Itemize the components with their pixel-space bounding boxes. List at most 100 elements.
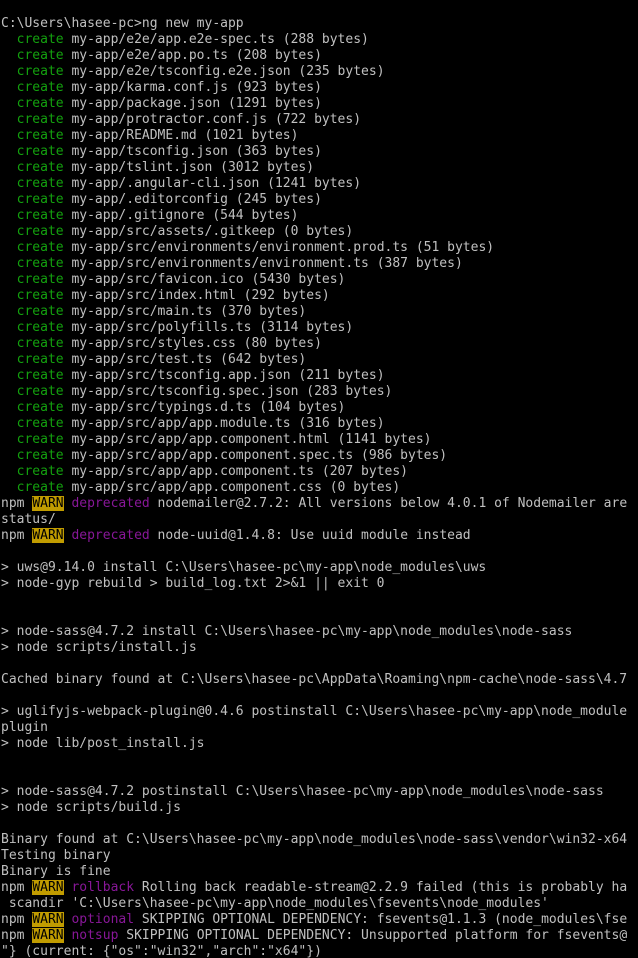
output-text: my-app/src/assets/.gitkeep (0 bytes) — [63, 224, 354, 239]
output-text: SKIPPING OPTIONAL DEPENDENCY: Unsupporte… — [118, 928, 628, 943]
output-text: my-app/src/environments/environment.ts (… — [63, 256, 463, 271]
output-text: > node scripts/build.js — [1, 800, 182, 815]
create-keyword: create — [1, 208, 64, 223]
terminal-line: create my-app/src/app/app.module.ts (316… — [0, 416, 638, 432]
terminal-line: create my-app/e2e/app.e2e-spec.ts (288 b… — [0, 32, 638, 48]
output-text: my-app/e2e/app.po.ts (208 bytes) — [63, 48, 322, 63]
terminal-line: scandir 'C:\Users\hasee-pc\my-app\node_m… — [0, 896, 638, 912]
terminal-line: create my-app/src/environments/environme… — [0, 256, 638, 272]
output-text: node-uuid@1.4.8: Use uuid module instead — [149, 528, 471, 543]
terminal-line: "} (current: {"os":"win32","arch":"x64"}… — [0, 944, 638, 958]
warn-category: rollback — [71, 880, 135, 895]
create-keyword: create — [1, 400, 64, 415]
output-text: > uws@9.14.0 install C:\Users\hasee-pc\m… — [1, 560, 487, 575]
create-keyword: create — [1, 128, 64, 143]
create-keyword: create — [1, 288, 64, 303]
output-text: "} (current: {"os":"win32","arch":"x64"}… — [1, 944, 322, 958]
warn-badge: WARN — [32, 928, 64, 943]
create-keyword: create — [1, 432, 64, 447]
create-keyword: create — [1, 224, 64, 239]
terminal-window[interactable]: C:\Users\hasee-pc>ng new my-app create m… — [0, 0, 638, 958]
output-text: my-app/src/index.html (292 bytes) — [63, 288, 330, 303]
output-text: my-app/README.md (1021 bytes) — [63, 128, 299, 143]
terminal-line: create my-app/package.json (1291 bytes) — [0, 96, 638, 112]
terminal-line: npm WARN notsup SKIPPING OPTIONAL DEPEND… — [0, 928, 638, 944]
create-keyword: create — [1, 144, 64, 159]
terminal-line: > node scripts/build.js — [0, 800, 638, 816]
terminal-line: create my-app/.gitignore (544 bytes) — [0, 208, 638, 224]
output-text: npm — [1, 880, 33, 895]
output-text: my-app/karma.conf.js (923 bytes) — [63, 80, 322, 95]
terminal-line: create my-app/src/typings.d.ts (104 byte… — [0, 400, 638, 416]
terminal-line: npm WARN rollback Rolling back readable-… — [0, 880, 638, 896]
create-keyword: create — [1, 32, 64, 47]
output-text: > node-sass@4.7.2 postinstall C:\Users\h… — [1, 784, 604, 799]
output-text: Binary found at C:\Users\hasee-pc\my-app… — [1, 832, 628, 847]
terminal-line: status/ — [0, 512, 638, 528]
create-keyword: create — [1, 112, 64, 127]
output-text: my-app/.angular-cli.json (1241 bytes) — [63, 176, 362, 191]
output-text: my-app/e2e/app.e2e-spec.ts (288 bytes) — [63, 32, 369, 47]
output-text: my-app/tsconfig.json (363 bytes) — [63, 144, 322, 159]
terminal-line: create my-app/src/index.html (292 bytes) — [0, 288, 638, 304]
create-keyword: create — [1, 160, 64, 175]
terminal-line: create my-app/.angular-cli.json (1241 by… — [0, 176, 638, 192]
create-keyword: create — [1, 256, 64, 271]
create-keyword: create — [1, 320, 64, 335]
terminal-line: create my-app/src/main.ts (370 bytes) — [0, 304, 638, 320]
create-keyword: create — [1, 80, 64, 95]
terminal-line: Binary found at C:\Users\hasee-pc\my-app… — [0, 832, 638, 848]
create-keyword: create — [1, 240, 64, 255]
terminal-line: create my-app/e2e/app.po.ts (208 bytes) — [0, 48, 638, 64]
output-text: my-app/src/tsconfig.spec.json (283 bytes… — [63, 384, 393, 399]
terminal-line: create my-app/README.md (1021 bytes) — [0, 128, 638, 144]
terminal-line: Cached binary found at C:\Users\hasee-pc… — [0, 672, 638, 688]
output-text: my-app/protractor.conf.js (722 bytes) — [63, 112, 362, 127]
output-text: my-app/src/test.ts (642 bytes) — [63, 352, 307, 367]
output-text: my-app/src/app/app.component.css (0 byte… — [63, 480, 401, 495]
output-text: my-app/src/app/app.module.ts (316 bytes) — [63, 416, 385, 431]
create-keyword: create — [1, 464, 64, 479]
output-text: npm — [1, 912, 33, 927]
output-text: my-app/src/typings.d.ts (104 bytes) — [63, 400, 346, 415]
warn-category: notsup — [71, 928, 119, 943]
terminal-line: plugin — [0, 720, 638, 736]
output-text: Binary is fine — [1, 864, 111, 879]
create-keyword: create — [1, 176, 64, 191]
create-keyword: create — [1, 64, 64, 79]
output-text: my-app/e2e/tsconfig.e2e.json (235 bytes) — [63, 64, 385, 79]
output-text: scandir 'C:\Users\hasee-pc\my-app\node_m… — [1, 896, 549, 911]
create-keyword: create — [1, 304, 64, 319]
terminal-line: create my-app/src/tsconfig.spec.json (28… — [0, 384, 638, 400]
output-text: my-app/.gitignore (544 bytes) — [63, 208, 299, 223]
terminal-line: create my-app/.editorconfig (245 bytes) — [0, 192, 638, 208]
terminal-line: create my-app/src/app/app.component.ts (… — [0, 464, 638, 480]
create-keyword: create — [1, 192, 64, 207]
terminal-line: create my-app/protractor.conf.js (722 by… — [0, 112, 638, 128]
create-keyword: create — [1, 480, 64, 495]
terminal-line: create my-app/src/styles.css (80 bytes) — [0, 336, 638, 352]
terminal-line: create my-app/tslint.json (3012 bytes) — [0, 160, 638, 176]
output-text: npm — [1, 928, 33, 943]
warn-badge: WARN — [32, 528, 64, 543]
output-text: Rolling back readable-stream@2.2.9 faile… — [134, 880, 628, 895]
terminal-line: create my-app/src/app/app.component.html… — [0, 432, 638, 448]
terminal-line: > node scripts/install.js — [0, 640, 638, 656]
create-keyword: create — [1, 272, 64, 287]
warn-badge: WARN — [32, 496, 64, 511]
output-text: Cached binary found at C:\Users\hasee-pc… — [1, 672, 628, 687]
output-text: npm — [1, 496, 33, 511]
warn-category: optional — [71, 912, 135, 927]
terminal-line: create my-app/karma.conf.js (923 bytes) — [0, 80, 638, 96]
terminal-line: > node-sass@4.7.2 postinstall C:\Users\h… — [0, 784, 638, 800]
terminal-line: Testing binary — [0, 848, 638, 864]
output-text: my-app/tslint.json (3012 bytes) — [63, 160, 315, 175]
create-keyword: create — [1, 448, 64, 463]
terminal-line: create my-app/src/favicon.ico (5430 byte… — [0, 272, 638, 288]
